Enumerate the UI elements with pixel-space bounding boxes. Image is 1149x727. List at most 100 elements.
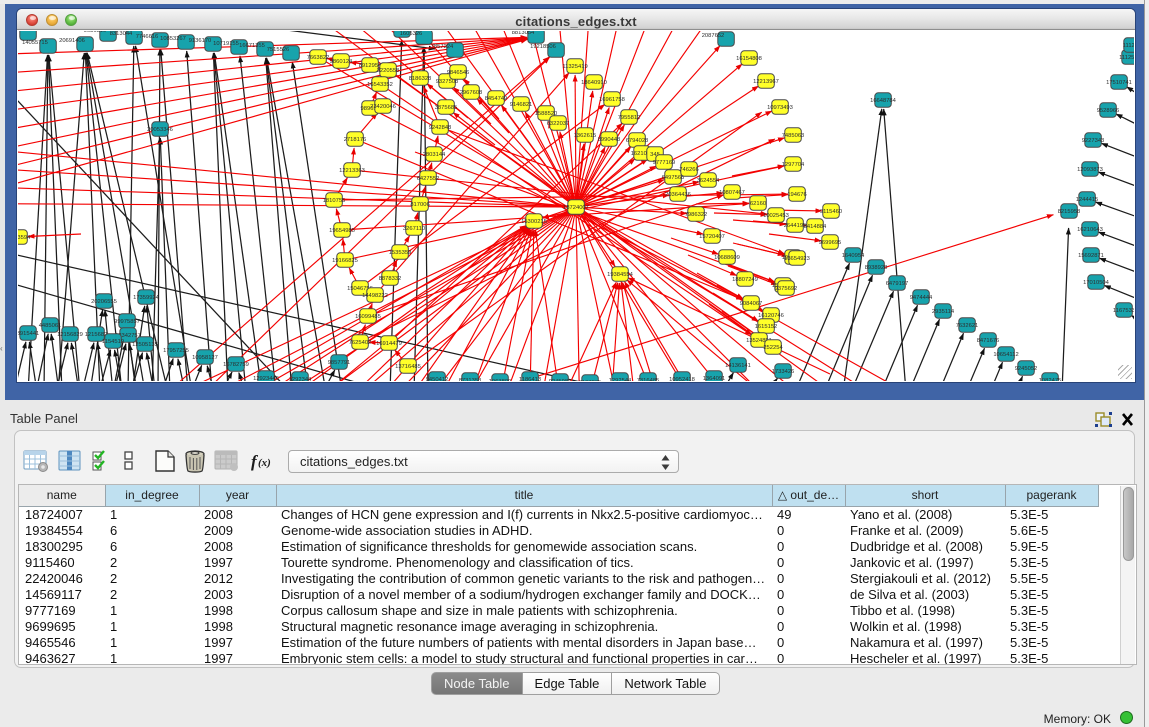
svg-text:12213363: 12213363: [339, 168, 365, 174]
svg-text:9245987: 9245987: [549, 379, 572, 381]
svg-text:9136170: 9136170: [189, 38, 212, 44]
svg-text:8938928: 8938928: [865, 265, 888, 271]
svg-text:2803144: 2803144: [423, 152, 446, 158]
svg-text:16120746: 16120746: [758, 313, 784, 319]
svg-text:1733426: 1733426: [772, 369, 795, 375]
svg-text:6322037: 6322037: [547, 121, 570, 127]
svg-text:9528966: 9528966: [1097, 108, 1120, 114]
svg-text:7316485: 7316485: [637, 378, 660, 381]
svg-text:194676: 194676: [787, 192, 806, 198]
svg-text:9857791: 9857791: [328, 360, 351, 366]
svg-text:16914479: 16914479: [376, 341, 402, 347]
svg-text:10952418: 10952418: [669, 377, 695, 381]
svg-text:12505135: 12505135: [132, 342, 158, 348]
svg-text:10958127: 10958127: [192, 355, 218, 361]
svg-text:16961758: 16961758: [599, 97, 625, 103]
svg-text:18640910: 18640910: [581, 80, 607, 86]
svg-text:9375692: 9375692: [775, 286, 798, 292]
svg-text:20364436: 20364436: [665, 192, 691, 198]
svg-text:1215682: 1215682: [85, 332, 108, 338]
svg-text:23420046: 23420046: [370, 104, 396, 110]
svg-text:7746616: 7746616: [136, 34, 159, 40]
svg-text:1297704: 1297704: [782, 162, 805, 168]
svg-text:9777169: 9777169: [653, 160, 676, 166]
svg-text:18807249: 18807249: [732, 277, 758, 283]
svg-text:13716485: 13716485: [395, 364, 421, 370]
svg-text:1082475: 1082475: [1039, 378, 1062, 381]
svg-text:9084067: 9084067: [740, 301, 763, 307]
svg-text:111254: 111254: [1123, 43, 1134, 49]
svg-text:17957255: 17957255: [163, 348, 189, 354]
svg-text:7515526: 7515526: [267, 47, 290, 53]
svg-text:9474444: 9474444: [910, 295, 933, 301]
svg-text:7663822: 7663822: [307, 55, 330, 61]
svg-text:2935114: 2935114: [932, 309, 955, 315]
svg-text:8313044: 8313044: [110, 31, 133, 37]
svg-text:7485063: 7485063: [782, 133, 805, 139]
svg-text:8471676: 8471676: [977, 338, 1000, 344]
svg-text:13654923: 13654923: [784, 256, 810, 262]
svg-text:1122304: 1122304: [18, 31, 27, 33]
svg-text:3220558: 3220558: [377, 68, 400, 74]
svg-text:10853267: 10853267: [160, 36, 186, 42]
svg-text:10973493: 10973493: [767, 105, 793, 111]
svg-text:1292344: 1292344: [289, 377, 312, 381]
svg-text:746266: 746266: [679, 167, 698, 173]
svg-text:8107235: 8107235: [579, 380, 602, 381]
svg-text:1154519: 1154519: [102, 339, 124, 345]
svg-text:3875685: 3875685: [435, 105, 458, 111]
svg-text:8878332: 8878332: [379, 276, 402, 282]
svg-text:1364091: 1364091: [703, 376, 726, 381]
svg-text:4485061: 4485061: [39, 323, 62, 329]
svg-text:16543352: 16543352: [367, 82, 393, 88]
svg-text:14498222: 14498222: [362, 293, 388, 299]
svg-text:10025453: 10025453: [763, 213, 789, 219]
svg-text:20691406: 20691406: [59, 38, 85, 44]
svg-text:252254: 252254: [763, 345, 783, 351]
svg-text:7632621: 7632621: [956, 323, 979, 329]
svg-text:10719155: 10719155: [213, 41, 239, 47]
svg-text:18724007: 18724007: [563, 205, 589, 211]
svg-text:6479197: 6479197: [886, 281, 909, 287]
svg-text:1640954: 1640954: [842, 253, 865, 259]
svg-text:9242848: 9242848: [429, 125, 452, 131]
svg-text:9860124: 9860124: [330, 59, 353, 65]
svg-text:2087652: 2087652: [702, 33, 725, 39]
svg-text:12093873: 12093873: [1077, 167, 1103, 173]
svg-text:16099485: 16099485: [355, 314, 381, 320]
svg-text:1362615: 1362615: [574, 133, 597, 139]
svg-text:14136141: 14136141: [725, 363, 751, 369]
svg-text:1244415: 1244415: [1076, 197, 1099, 203]
svg-text:9115460: 9115460: [820, 209, 842, 215]
svg-text:9227343: 9227343: [1082, 138, 1105, 144]
svg-text:7986322: 7986322: [685, 212, 708, 218]
svg-text:11325419: 11325419: [562, 64, 587, 70]
svg-text:9450412: 9450412: [426, 377, 449, 381]
svg-text:1063809: 1063809: [489, 379, 512, 381]
svg-text:1167533: 1167533: [1113, 308, 1134, 314]
svg-text:7857224: 7857224: [431, 44, 454, 50]
svg-text:15692871: 15692871: [1078, 253, 1104, 259]
svg-text:8215958: 8215958: [1058, 209, 1081, 215]
svg-text:3624554: 3624554: [697, 178, 720, 184]
svg-text:7625402: 7625402: [349, 340, 372, 346]
svg-text:19218506: 19218506: [530, 44, 556, 50]
svg-text:6794028: 6794028: [626, 138, 649, 144]
svg-text:12213967: 12213967: [753, 79, 779, 85]
svg-text:19166825: 19166825: [332, 258, 358, 264]
svg-text:8990448: 8990448: [598, 137, 621, 143]
svg-text:19654985: 19654985: [329, 228, 355, 234]
svg-text:6427552: 6427552: [417, 176, 440, 182]
svg-text:10654112: 10654112: [993, 352, 1018, 358]
svg-text:9686519: 9686519: [84, 31, 107, 34]
svg-text:62160: 62160: [750, 201, 766, 207]
svg-text:16671355: 16671355: [239, 43, 265, 49]
svg-text:9846546: 9846546: [447, 70, 470, 76]
svg-text:7955812: 7955812: [618, 115, 641, 121]
svg-text:2967608: 2967608: [460, 90, 483, 96]
svg-text:17510741: 17510741: [1106, 80, 1132, 86]
svg-text:1810755: 1810755: [323, 198, 346, 204]
svg-text:14055715: 14055715: [22, 40, 48, 46]
svg-text:(x): (x): [258, 457, 271, 469]
svg-text:20206555: 20206555: [91, 299, 117, 305]
